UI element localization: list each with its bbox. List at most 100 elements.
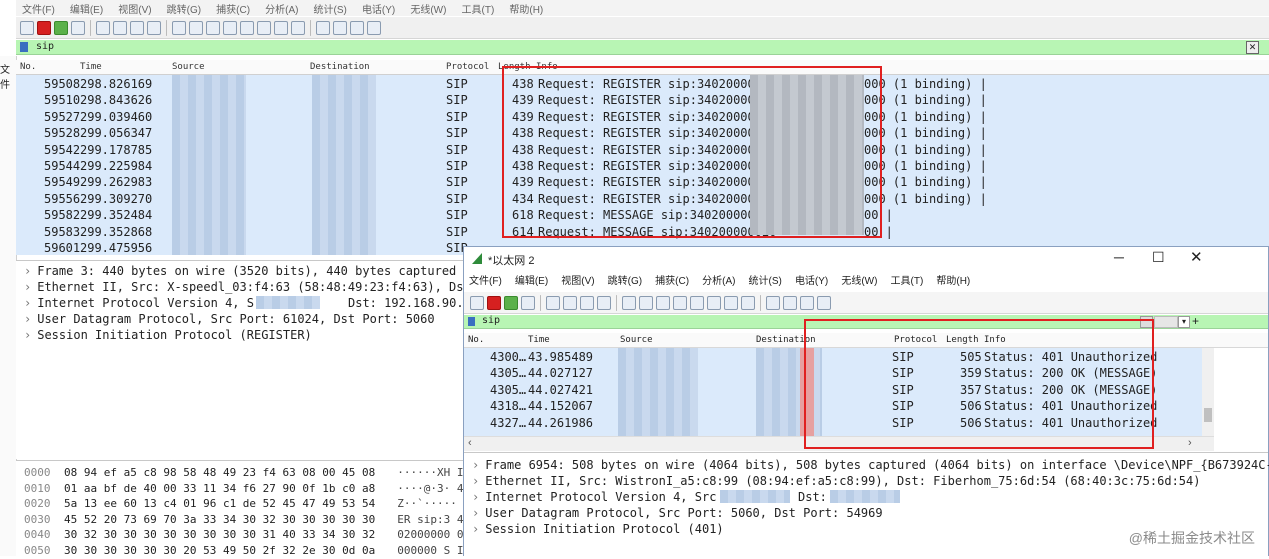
go-to-packet-icon[interactable] [673,295,687,310]
col-protocol[interactable]: Protocol [446,62,489,72]
zoom-in-icon[interactable] [766,295,780,310]
detail-sip[interactable]: › Session Initiation Protocol (REGISTER) [24,327,312,343]
close-icon[interactable]: ✕ [1190,248,1203,266]
last-packet-icon[interactable] [257,20,271,35]
front-vertical-scrollbar[interactable] [1202,348,1214,436]
menu-telephony[interactable]: 电话(Y) [356,0,401,16]
front-menu-view[interactable]: 视图(V) [556,273,599,291]
detail-ip[interactable]: › Internet Protocol Version 4, Src: [24,295,276,311]
zoom-out-icon[interactable] [333,20,347,35]
detail-udp[interactable]: › User Datagram Protocol, Src Port: 61024… [24,311,435,327]
find-packet-icon[interactable] [622,295,636,310]
col-time[interactable]: Time [528,335,550,345]
last-packet-icon[interactable] [707,295,721,310]
close-file-icon[interactable] [580,295,594,310]
go-back-icon[interactable] [189,20,203,35]
col-source[interactable]: Source [172,62,205,72]
front-menu-file[interactable]: 文件(F) [464,273,507,291]
front-horizontal-scrollbar[interactable]: ‹ › [464,436,1214,451]
menu-go[interactable]: 跳转(G) [161,0,207,16]
shark-fin-icon[interactable] [470,295,484,310]
minimize-icon[interactable]: ─ [1114,249,1124,265]
first-packet-icon[interactable] [690,295,704,310]
shark-fin-icon[interactable] [20,20,34,35]
col-info[interactable]: Info [984,335,1006,345]
go-forward-icon[interactable] [656,295,670,310]
col-length[interactable]: Length [946,335,979,345]
front-menu-edit[interactable]: 编辑(E) [510,273,553,291]
colorize-icon[interactable] [741,295,755,310]
table-row[interactable]: 4305… 44.027127 SIP 359 Status: 200 OK (MESS… [464,365,1202,381]
back-display-filter[interactable]: sip ✕ [16,40,1269,55]
front-display-filter[interactable]: sip ▾ + [464,314,1268,329]
front-filter-input[interactable]: sip [482,315,500,326]
front-menu-wireless[interactable]: 无线(W) [836,273,882,291]
front-menu-go[interactable]: 跳转(G) [603,273,647,291]
stop-capture-icon[interactable] [487,295,501,310]
resize-columns-icon[interactable] [367,20,381,35]
autoscroll-icon[interactable] [724,295,738,310]
chevron-down-icon[interactable]: ▾ [1178,316,1190,328]
scroll-right-icon[interactable]: › [1188,437,1192,449]
col-destination[interactable]: Destination [310,62,370,72]
zoom-reset-icon[interactable] [350,20,364,35]
menu-edit[interactable]: 编辑(E) [64,0,109,16]
find-packet-icon[interactable] [172,20,186,35]
col-destination[interactable]: Destination [756,335,816,345]
col-source[interactable]: Source [620,335,653,345]
col-info[interactable]: Info [536,62,558,72]
go-forward-icon[interactable] [206,20,220,35]
menu-file[interactable]: 文件(F) [16,0,61,16]
front-menu-help[interactable]: 帮助(H) [931,273,975,291]
close-file-icon[interactable] [130,20,144,35]
back-filter-input[interactable]: sip [36,41,54,52]
menu-help[interactable]: 帮助(H) [503,0,549,16]
detail-ethernet[interactable]: › Ethernet II, Src: X-speedl_03:f4:63 (58… [24,279,521,295]
zoom-reset-icon[interactable] [800,295,814,310]
detail-frame[interactable]: › Frame 3: 440 bytes on wire (3520 bits),… [24,263,514,279]
detail-ethernet[interactable]: › Ethernet II, Src: WistronI_a5:c8:99 (08… [472,473,1200,489]
menu-analyze[interactable]: 分析(A) [259,0,304,16]
bookmark-icon[interactable] [468,317,475,326]
go-back-icon[interactable] [639,295,653,310]
detail-sip[interactable]: › Session Initiation Protocol (401) [472,521,724,537]
clear-filter-icon[interactable] [1140,316,1153,328]
detail-frame[interactable]: › Frame 6954: 508 bytes on wire (4064 bit… [472,457,1269,473]
capture-options-icon[interactable] [71,20,85,35]
stop-capture-icon[interactable] [37,20,51,35]
apply-filter-icon[interactable] [1154,316,1178,328]
reload-icon[interactable] [147,20,161,35]
resize-columns-icon[interactable] [817,295,831,310]
go-to-packet-icon[interactable] [223,20,237,35]
table-row[interactable]: 4327… 44.261986 SIP 506 Status: 401 Unauthor… [464,415,1202,431]
col-protocol[interactable]: Protocol [894,335,937,345]
open-file-icon[interactable] [96,20,110,35]
menu-wireless[interactable]: 无线(W) [404,0,452,16]
front-menu-capture[interactable]: 捕获(C) [650,273,694,291]
col-length[interactable]: Length [498,62,531,72]
clear-filter-icon[interactable]: ✕ [1246,41,1259,54]
first-packet-icon[interactable] [240,20,254,35]
table-row[interactable]: 4318… 44.152067 SIP 506 Status: 401 Unauthor… [464,398,1202,414]
detail-ip[interactable]: › Internet Protocol Version 4, Src [472,489,716,505]
col-no[interactable]: No. [20,62,36,72]
bookmark-icon[interactable] [20,42,28,52]
scroll-left-icon[interactable]: ‹ [468,437,472,449]
capture-options-icon[interactable] [521,295,535,310]
front-menu-telephony[interactable]: 电话(Y) [790,273,833,291]
restart-capture-icon[interactable] [504,295,518,310]
maximize-icon[interactable]: ☐ [1152,249,1165,266]
restart-capture-icon[interactable] [54,20,68,35]
save-file-icon[interactable] [113,20,127,35]
front-menu-tools[interactable]: 工具(T) [886,273,929,291]
zoom-in-icon[interactable] [316,20,330,35]
autoscroll-icon[interactable] [274,20,288,35]
col-no[interactable]: No. [468,335,484,345]
reload-icon[interactable] [597,295,611,310]
table-row[interactable]: 4305… 44.027421 SIP 357 Status: 200 OK (MESS… [464,382,1202,398]
save-file-icon[interactable] [563,295,577,310]
front-menu-statistics[interactable]: 统计(S) [744,273,787,291]
front-menu-analyze[interactable]: 分析(A) [697,273,740,291]
table-row[interactable]: 4300… 43.985489 SIP 505 Status: 401 Unauthor… [464,349,1202,365]
menu-capture[interactable]: 捕获(C) [210,0,256,16]
